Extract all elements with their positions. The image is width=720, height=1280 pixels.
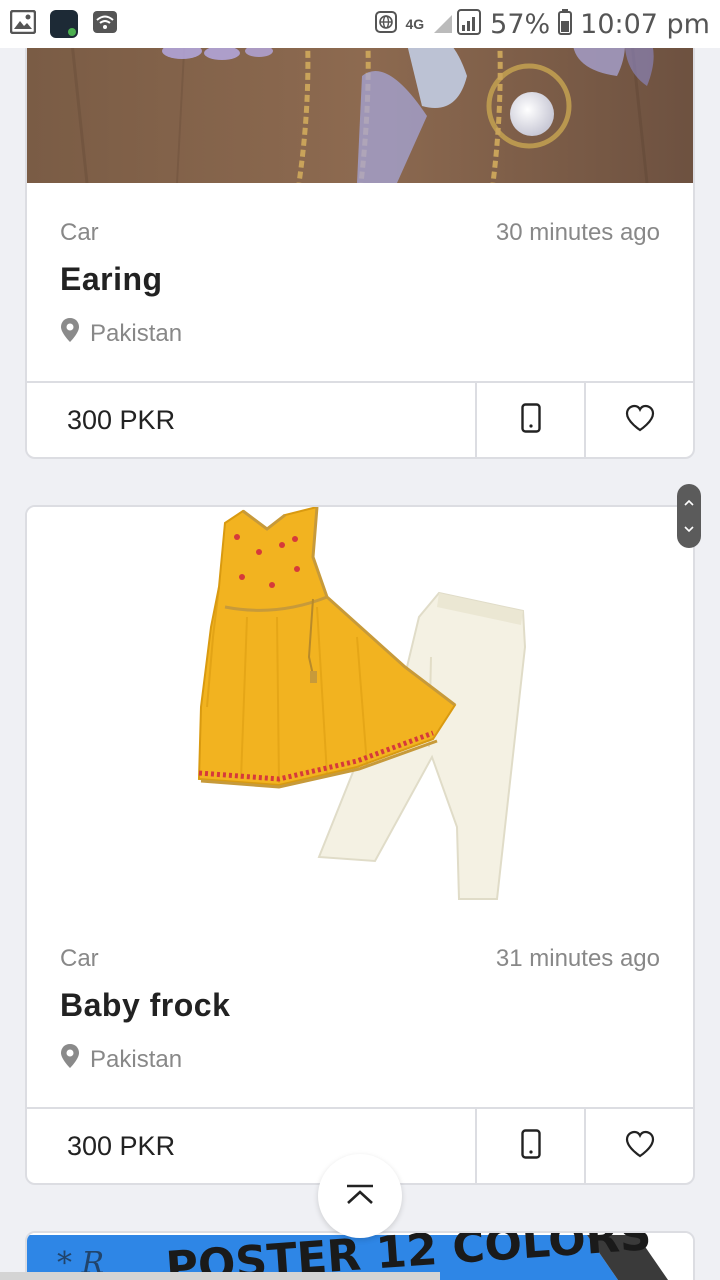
battery-percent: 57% — [490, 8, 551, 40]
battery-icon — [558, 8, 573, 40]
listing-location: Pakistan — [60, 317, 182, 350]
wifi-icon — [92, 10, 118, 39]
scroll-to-top-icon — [345, 1183, 375, 1210]
heart-icon — [625, 404, 655, 437]
listing-time: 31 minutes ago — [495, 945, 660, 972]
bottom-scroll-indicator — [0, 1272, 440, 1280]
listing-card[interactable]: Car 31 minutes ago Baby frock Pakistan 3… — [25, 505, 695, 1185]
clock: 10:07 pm — [580, 8, 710, 40]
chevron-down-icon — [683, 520, 695, 538]
listing-actions: 300 PKR — [27, 381, 693, 457]
scroll-to-top-button[interactable] — [318, 1154, 402, 1238]
listing-title[interactable]: Earing — [60, 261, 163, 298]
status-bar-right: 4G 57% 10:07 pm — [375, 8, 710, 40]
app-notification-icon — [50, 10, 78, 38]
status-bar: 4G 57% 10:07 pm — [0, 0, 720, 48]
image-notification-icon — [9, 9, 37, 39]
phone-icon — [520, 402, 541, 438]
chevron-up-icon — [683, 494, 695, 512]
listing-card[interactable]: Car 30 minutes ago Earing Pakistan 300 P… — [25, 0, 695, 459]
listing-price: 300 PKR — [67, 404, 176, 435]
listing-time: 30 minutes ago — [495, 219, 660, 246]
fast-scroll-handle[interactable] — [677, 484, 701, 548]
listing-price: 300 PKR — [67, 1130, 176, 1161]
signal-strength-icon — [432, 8, 482, 40]
favorite-button[interactable] — [584, 1109, 693, 1183]
heart-icon — [625, 1130, 655, 1163]
status-bar-left — [9, 9, 118, 39]
listing-category: Car — [60, 945, 99, 972]
phone-icon — [520, 1128, 541, 1164]
listing-image[interactable] — [27, 507, 693, 909]
favorite-button[interactable] — [584, 383, 693, 457]
listing-details: Car 30 minutes ago Earing Pakistan — [27, 183, 693, 381]
network-type-label: 4G — [405, 16, 425, 32]
listing-location-text: Pakistan — [90, 1045, 183, 1073]
call-button[interactable] — [475, 1109, 584, 1183]
location-pin-icon — [60, 1043, 80, 1076]
globe-icon — [375, 10, 398, 38]
listing-category: Car — [60, 219, 99, 246]
listing-title[interactable]: Baby frock — [60, 987, 230, 1024]
listing-location-text: Pakistan — [90, 319, 183, 347]
location-pin-icon — [60, 317, 80, 350]
listing-location: Pakistan — [60, 1043, 182, 1076]
listing-details: Car 31 minutes ago Baby frock Pakistan — [27, 909, 693, 1107]
call-button[interactable] — [475, 383, 584, 457]
